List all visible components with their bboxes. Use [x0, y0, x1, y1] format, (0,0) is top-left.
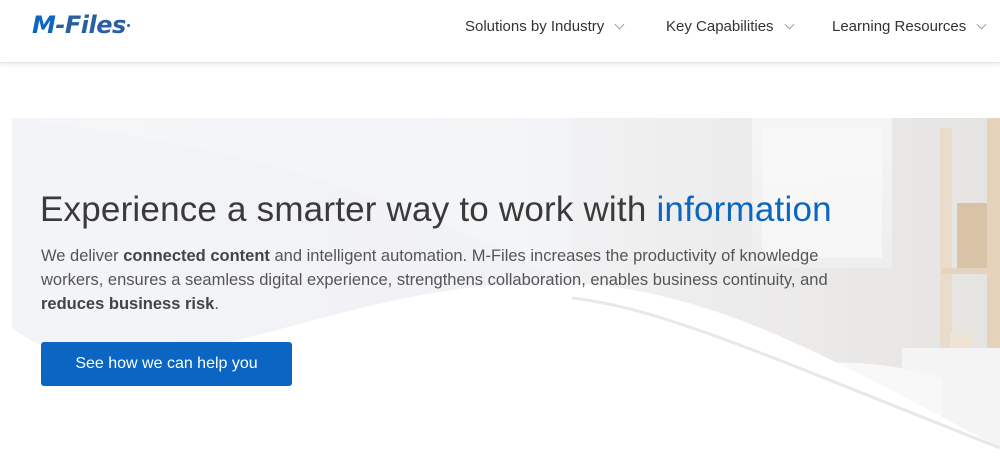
nav-solutions-by-industry[interactable]: Solutions by Industry — [465, 0, 625, 52]
nav-learning-resources[interactable]: Learning Resources — [832, 0, 987, 52]
desc-bold: reduces business risk — [41, 295, 215, 313]
hero-description: We deliver connected content and intelli… — [41, 244, 841, 316]
nav-label-capabilities[interactable]: Key Capabilities — [666, 17, 795, 35]
nav-item-label: Solutions by Industry — [465, 17, 605, 35]
headline-accent: information — [656, 190, 832, 229]
desc-bold: connected content — [123, 247, 270, 265]
nav-key-capabilities[interactable]: Key Capabilities — [666, 0, 795, 52]
m-files-logo[interactable]: M -Files — [32, 8, 130, 42]
logo-m: M — [32, 11, 56, 39]
see-how-we-can-help-button[interactable]: See how we can help you — [41, 342, 292, 386]
site-header: M -Files Solutions by Industry Key Capabi… — [0, 0, 1000, 63]
nav-item-label: Key Capabilities — [666, 17, 774, 35]
desc-part: . — [214, 295, 219, 313]
headline-text: Experience a smarter way to work with — [40, 190, 657, 229]
desc-part: We deliver — [41, 247, 124, 265]
nav-label-solutions[interactable]: Solutions by Industry — [465, 17, 625, 35]
logo-files: -Files — [55, 11, 126, 39]
chevron-down-icon — [976, 19, 987, 29]
logo-dot — [126, 24, 130, 27]
chevron-down-icon — [614, 19, 625, 29]
hero-headline: Experience a smarter way to work with in… — [40, 190, 832, 230]
chevron-down-icon — [784, 19, 795, 29]
nav-item-label: Learning Resources — [832, 17, 967, 35]
nav-label-learning[interactable]: Learning Resources — [832, 17, 987, 35]
